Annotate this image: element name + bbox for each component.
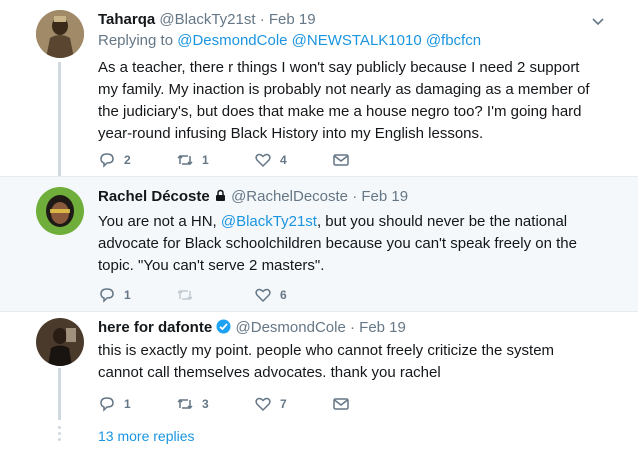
like-button[interactable]: 7: [254, 395, 332, 413]
avatar[interactable]: [36, 10, 84, 58]
thread-line: [58, 368, 61, 420]
mention-link[interactable]: @BlackTy21st: [221, 213, 317, 230]
chevron-down-icon[interactable]: [590, 14, 606, 30]
reply-button[interactable]: 2: [98, 151, 176, 169]
tweet-date[interactable]: Feb 19: [359, 319, 406, 336]
separator-dot: ·: [349, 319, 355, 336]
more-replies-link[interactable]: 13 more replies: [98, 428, 195, 444]
heart-icon: [255, 288, 271, 303]
like-count: 7: [280, 397, 287, 411]
retweet-count: 3: [202, 397, 209, 411]
reply-button[interactable]: 1: [98, 395, 176, 413]
tweet-text: As a teacher, there r things I won't say…: [98, 59, 590, 142]
author-name[interactable]: Taharqa: [98, 11, 155, 28]
separator-dot: ·: [352, 188, 358, 205]
avatar[interactable]: [36, 318, 84, 366]
heart-icon: [255, 153, 271, 168]
replying-to: Replying to @DesmondCole @NEWSTALK1010 @…: [98, 31, 598, 51]
replying-to-label: Replying to: [98, 32, 174, 49]
reply-count: 1: [124, 397, 131, 411]
reply-count: 2: [124, 153, 131, 167]
tweet-taharqa[interactable]: Taharqa @BlackTy21st · Feb 19 Replying t…: [0, 0, 638, 176]
author-handle[interactable]: @RachelDecoste: [231, 188, 348, 205]
tweet-date[interactable]: Feb 19: [269, 11, 316, 28]
reply-button[interactable]: 1: [98, 286, 176, 304]
tweet-text: You are not a HN, @BlackTy21st, but you …: [98, 211, 598, 277]
envelope-icon: [333, 398, 349, 410]
retweet-button: [176, 286, 254, 304]
heart-icon: [255, 397, 271, 412]
separator-dot: ·: [259, 11, 265, 28]
replying-to-users[interactable]: @DesmondCole @NEWSTALK1010 @fbcfcn: [177, 32, 481, 49]
author-name[interactable]: Rachel Décoste: [98, 188, 210, 205]
retweet-button[interactable]: 1: [176, 151, 254, 169]
retweet-icon: [177, 398, 193, 410]
retweet-count: 1: [202, 153, 209, 167]
tweet-rachel-decoste[interactable]: Rachel Décoste @RachelDecoste · Feb 19 Y…: [0, 176, 638, 312]
author-handle[interactable]: @BlackTy21st: [159, 11, 255, 28]
thread-line: [58, 62, 61, 176]
thread-dots: [58, 426, 61, 444]
direct-message-button[interactable]: [332, 395, 410, 413]
reply-count: 1: [124, 288, 131, 302]
retweet-icon: [177, 289, 193, 301]
reply-icon: [100, 153, 114, 168]
tweet-here-for-dafonte[interactable]: here for dafonte @DesmondCole · Feb 19 t…: [0, 312, 638, 422]
verified-badge-icon: [216, 319, 231, 334]
author-handle[interactable]: @DesmondCole: [236, 319, 346, 336]
reply-icon: [100, 397, 114, 412]
author-name[interactable]: here for dafonte: [98, 319, 212, 336]
like-count: 6: [280, 288, 287, 302]
tweet-date[interactable]: Feb 19: [361, 188, 408, 205]
direct-message-button[interactable]: [332, 151, 410, 169]
avatar[interactable]: [36, 187, 84, 235]
retweet-icon: [177, 154, 193, 166]
tweet-text-part1: You are not a HN,: [98, 213, 221, 230]
reply-icon: [100, 288, 114, 303]
tweet-text: this is exactly my point. people who can…: [98, 342, 555, 381]
lock-icon: [215, 189, 225, 201]
retweet-button[interactable]: 3: [176, 395, 254, 413]
like-button[interactable]: 4: [254, 151, 332, 169]
like-button[interactable]: 6: [254, 286, 332, 304]
envelope-icon: [333, 154, 349, 166]
like-count: 4: [280, 153, 287, 167]
